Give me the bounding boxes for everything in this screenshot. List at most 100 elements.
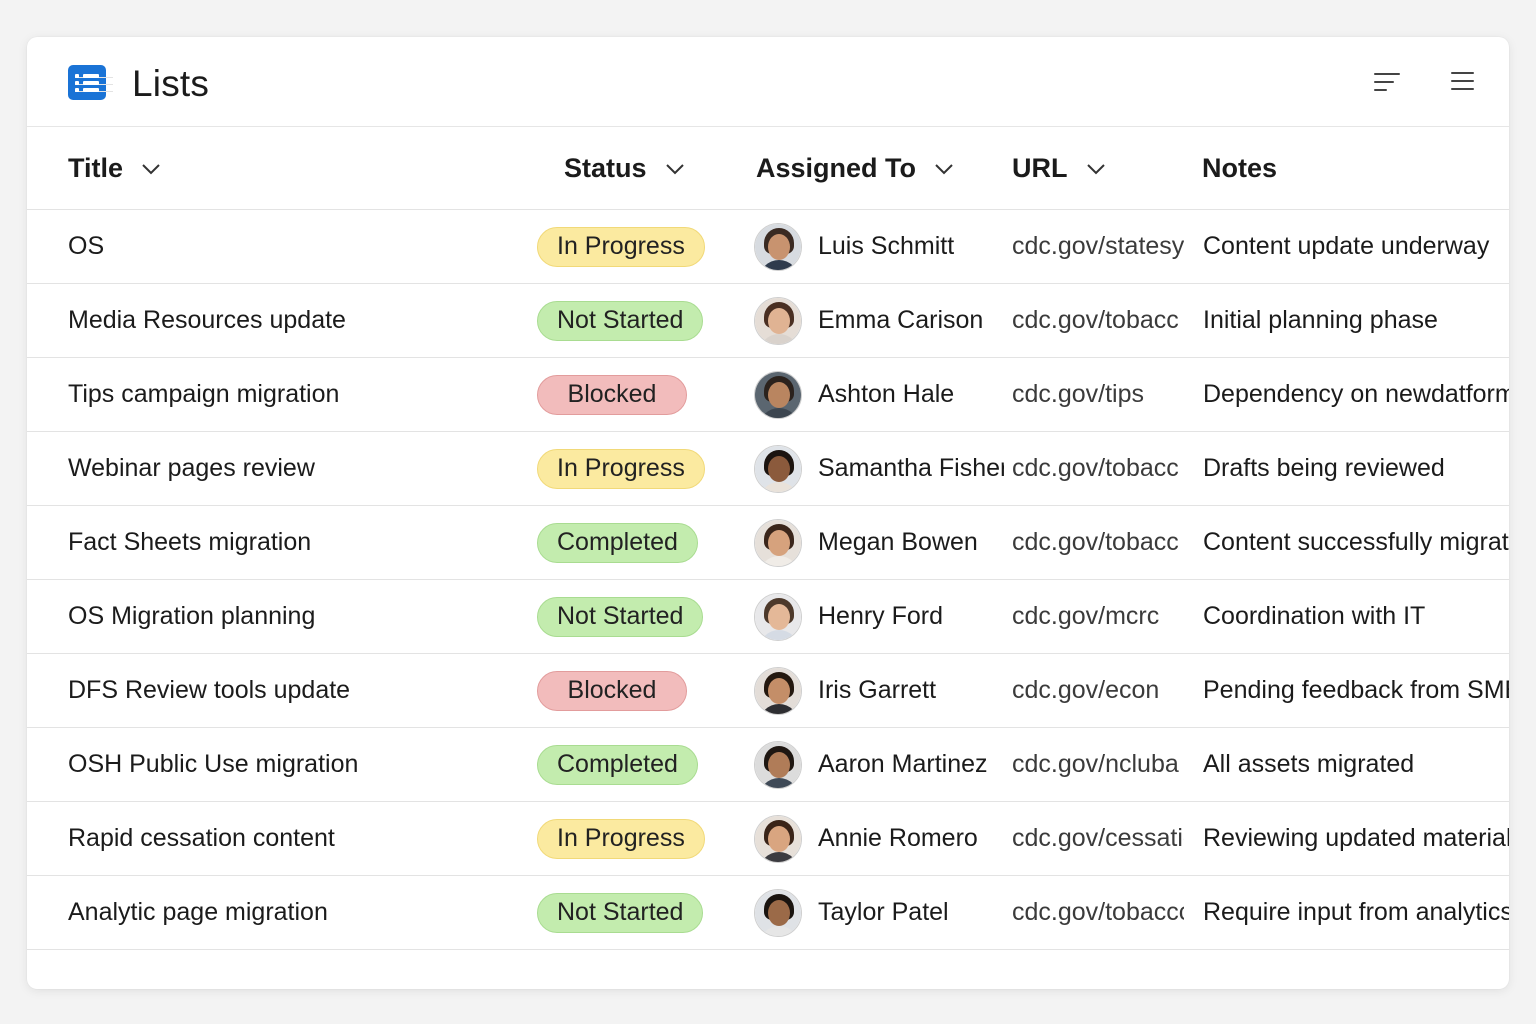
assigned-cell: Ashton Hale xyxy=(754,358,1004,431)
status-badge[interactable]: In Progress xyxy=(537,448,705,489)
notes-cell: Dependency on newdatform xyxy=(1203,380,1509,408)
assigned-cell: Aaron Martinez xyxy=(754,728,1004,801)
list-rows: OS In Progress Luis Schmitt cdc.gov/statesy… xyxy=(27,210,1509,950)
column-header-assigned[interactable]: Assigned To xyxy=(756,127,954,210)
chevron-down-icon[interactable] xyxy=(141,162,161,176)
status-badge[interactable]: Blocked xyxy=(537,670,687,711)
assignee-name[interactable]: Emma Carison xyxy=(818,306,983,335)
column-header-title[interactable]: Title xyxy=(68,127,161,210)
column-header-status[interactable]: Status xyxy=(564,127,685,210)
status-cell: Not Started xyxy=(537,876,737,949)
assignee-name[interactable]: Iris Garrett xyxy=(818,676,936,705)
title-cell[interactable]: Rapid cessation content xyxy=(68,802,538,875)
url-link[interactable]: cdc.gov/tobaccc xyxy=(1012,876,1184,949)
column-header-notes[interactable]: Notes xyxy=(1202,127,1277,210)
assigned-cell: Taylor Patel xyxy=(754,876,1004,949)
chevron-down-icon[interactable] xyxy=(934,162,954,176)
url-link[interactable]: cdc.gov/statesy xyxy=(1012,210,1184,283)
table-row[interactable]: Analytic page migration Not Started Taylor… xyxy=(27,876,1509,950)
status-cell: Completed xyxy=(537,728,737,801)
list-app-icon xyxy=(68,65,113,100)
page-title: Lists xyxy=(132,63,210,104)
notes-cell: Require input from analytics xyxy=(1203,898,1509,926)
title-cell[interactable]: Tips campaign migration xyxy=(68,358,538,431)
avatar[interactable] xyxy=(754,444,802,493)
assignee-name[interactable]: Samantha Fisher xyxy=(818,454,1004,483)
notes-cell: Pending feedback from SMEs xyxy=(1203,676,1509,704)
avatar[interactable] xyxy=(754,888,802,937)
title-cell[interactable]: OS Migration planning xyxy=(68,580,538,653)
column-header-label: URL xyxy=(1012,153,1068,183)
avatar[interactable] xyxy=(754,592,802,641)
notes-cell: Content successfully migrate xyxy=(1203,528,1509,556)
url-link[interactable]: cdc.gov/tobacc xyxy=(1012,284,1184,357)
url-link[interactable]: cdc.gov/tips xyxy=(1012,358,1184,431)
status-cell: Completed xyxy=(537,506,737,579)
assigned-cell: Annie Romero xyxy=(754,802,1004,875)
title-cell[interactable]: Analytic page migration xyxy=(68,876,538,949)
url-link[interactable]: cdc.gov/cessatic xyxy=(1012,802,1184,875)
url-link[interactable]: cdc.gov/tobacc xyxy=(1012,506,1184,579)
url-link[interactable]: cdc.gov/ncluba xyxy=(1012,728,1184,801)
table-row[interactable]: Media Resources update Not Started Emma Ca… xyxy=(27,284,1509,358)
title-cell[interactable]: Fact Sheets migration xyxy=(68,506,538,579)
chevron-down-icon[interactable] xyxy=(1086,162,1106,176)
url-link[interactable]: cdc.gov/econ xyxy=(1012,654,1184,727)
status-cell: In Progress xyxy=(537,802,737,875)
avatar[interactable] xyxy=(754,518,802,567)
assignee-name[interactable]: Henry Ford xyxy=(818,602,943,631)
list-card: Lists Title Status Assigned To URL Notes OS I… xyxy=(27,37,1509,989)
status-badge[interactable]: Not Started xyxy=(537,300,704,341)
title-cell[interactable]: OSH Public Use migration xyxy=(68,728,538,801)
avatar[interactable] xyxy=(754,666,802,715)
notes-cell: Reviewing updated material xyxy=(1203,824,1509,852)
notes-cell: All assets migrated xyxy=(1203,750,1415,778)
notes-cell: Content update underway xyxy=(1203,232,1490,260)
hamburger-menu-icon[interactable] xyxy=(1446,67,1480,97)
url-link[interactable]: cdc.gov/tobacc xyxy=(1012,432,1184,505)
table-row[interactable]: OS In Progress Luis Schmitt cdc.gov/statesy… xyxy=(27,210,1509,284)
title-cell[interactable]: DFS Review tools update xyxy=(68,654,538,727)
assignee-name[interactable]: Annie Romero xyxy=(818,824,978,853)
table-row[interactable]: Fact Sheets migration Completed Megan Bowe… xyxy=(27,506,1509,580)
status-cell: In Progress xyxy=(537,210,737,283)
url-link[interactable]: cdc.gov/mcrc xyxy=(1012,580,1184,653)
assigned-cell: Megan Bowen xyxy=(754,506,1004,579)
avatar[interactable] xyxy=(754,370,802,419)
column-header-label: Notes xyxy=(1202,153,1278,183)
title-cell[interactable]: Media Resources update xyxy=(68,284,538,357)
status-badge[interactable]: In Progress xyxy=(537,226,705,267)
status-cell: Blocked xyxy=(537,358,737,431)
status-badge[interactable]: Completed xyxy=(537,744,698,785)
table-row[interactable]: Rapid cessation content In Progress Annie … xyxy=(27,802,1509,876)
status-cell: Blocked xyxy=(537,654,737,727)
table-row[interactable]: Webinar pages review In Progress Samantha … xyxy=(27,432,1509,506)
status-badge[interactable]: Blocked xyxy=(537,374,687,415)
table-row[interactable]: Tips campaign migration Blocked Ashton Hal… xyxy=(27,358,1509,432)
assignee-name[interactable]: Taylor Patel xyxy=(818,898,949,927)
assignee-name[interactable]: Luis Schmitt xyxy=(818,232,954,261)
avatar[interactable] xyxy=(754,740,802,789)
title-cell[interactable]: Webinar pages review xyxy=(68,432,538,505)
table-row[interactable]: OS Migration planning Not Started Henry Fo… xyxy=(27,580,1509,654)
assigned-cell: Emma Carison xyxy=(754,284,1004,357)
assignee-name[interactable]: Ashton Hale xyxy=(818,380,954,409)
avatar[interactable] xyxy=(754,296,802,345)
sort-lines-icon[interactable] xyxy=(1370,67,1404,97)
table-row[interactable]: DFS Review tools update Blocked Iris Garre… xyxy=(27,654,1509,728)
avatar[interactable] xyxy=(754,222,802,271)
table-row[interactable]: OSH Public Use migration Completed Aaron M… xyxy=(27,728,1509,802)
notes-cell: Drafts being reviewed xyxy=(1203,454,1445,482)
assignee-name[interactable]: Aaron Martinez xyxy=(818,750,988,779)
title-cell[interactable]: OS xyxy=(68,210,538,283)
assigned-cell: Henry Ford xyxy=(754,580,1004,653)
avatar[interactable] xyxy=(754,814,802,863)
status-badge[interactable]: Not Started xyxy=(537,596,704,637)
column-header-url[interactable]: URL xyxy=(1012,127,1106,210)
status-badge[interactable]: In Progress xyxy=(537,818,705,859)
chevron-down-icon[interactable] xyxy=(665,162,685,176)
column-header-label: Title xyxy=(68,153,124,183)
status-badge[interactable]: Not Started xyxy=(537,892,704,933)
assignee-name[interactable]: Megan Bowen xyxy=(818,528,978,557)
status-badge[interactable]: Completed xyxy=(537,522,698,563)
